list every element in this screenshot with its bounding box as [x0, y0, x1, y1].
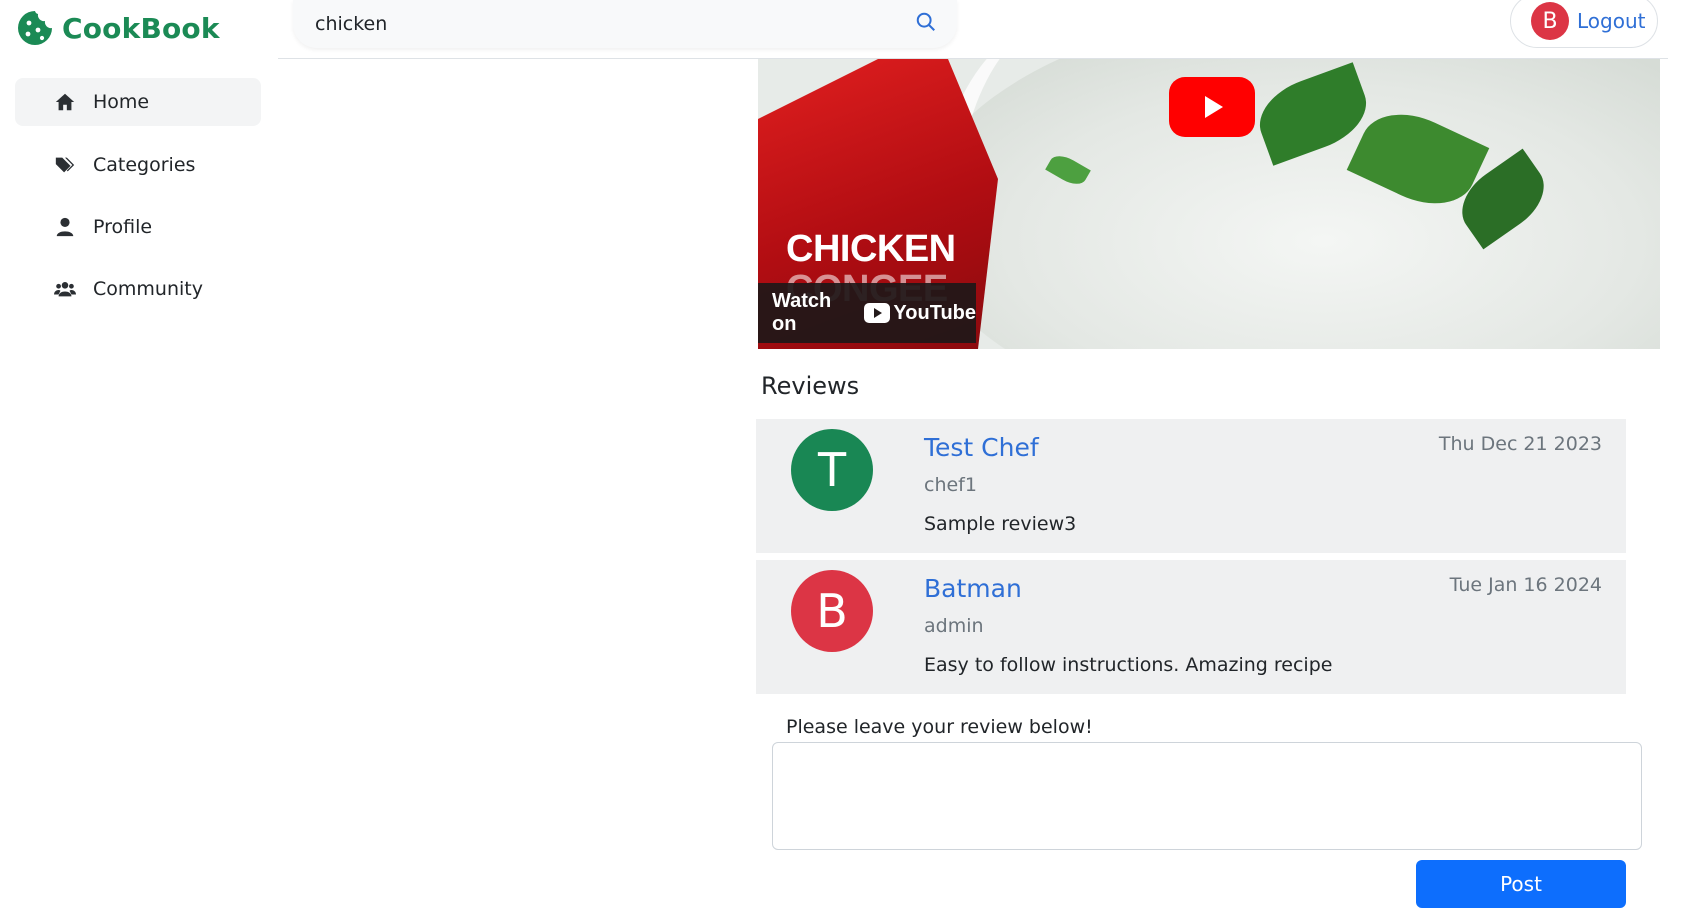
leave-review-label: Please leave your review below!: [786, 716, 1093, 738]
watch-on-youtube-link[interactable]: Watch on YouTube: [758, 283, 976, 343]
avatar: T: [791, 429, 873, 511]
reviewer-name-link[interactable]: Batman: [924, 574, 1022, 603]
sidebar-item-label: Profile: [93, 216, 153, 238]
review-text: Sample review3: [924, 513, 1077, 535]
search-input[interactable]: [313, 12, 915, 36]
review-date: Tue Jan 16 2024: [1449, 574, 1602, 596]
review-textarea[interactable]: [772, 742, 1642, 850]
youtube-label: YouTube: [893, 301, 976, 324]
sidebar-item-categories[interactable]: Categories: [15, 141, 261, 189]
sidebar-item-label: Categories: [93, 154, 196, 176]
sidebar-item-home[interactable]: Home: [15, 78, 261, 126]
watch-on-label: Watch on: [772, 290, 832, 335]
youtube-icon: [864, 303, 891, 323]
youtube-video-embed[interactable]: CHICKEN CONGEE Watch on YouTube: [758, 59, 1660, 349]
review-date: Thu Dec 21 2023: [1438, 433, 1602, 455]
reviewer-username: admin: [924, 615, 984, 637]
video-title-line1: CHICKEN: [786, 228, 956, 270]
sidebar-item-community[interactable]: Community: [15, 265, 261, 313]
tags-icon: [53, 153, 77, 177]
play-icon: [1205, 96, 1223, 118]
cookie-logo-icon: [18, 11, 52, 45]
reviews-heading: Reviews: [761, 372, 860, 400]
search-bar: [293, 0, 957, 48]
review-card: T Test Chef chef1 Sample review3 Thu Dec…: [756, 419, 1626, 553]
avatar: B: [791, 570, 873, 652]
search-icon[interactable]: [915, 11, 937, 37]
home-icon: [53, 90, 77, 114]
review-text: Easy to follow instructions. Amazing rec…: [924, 654, 1333, 676]
sidebar-item-profile[interactable]: Profile: [15, 203, 261, 251]
sidebar-item-label: Home: [93, 91, 150, 113]
brand-name: CookBook: [62, 11, 220, 45]
logout-label: Logout: [1577, 9, 1646, 33]
review-card: B Batman admin Easy to follow instructio…: [756, 560, 1626, 694]
users-icon: [53, 277, 77, 301]
reviewer-username: chef1: [924, 474, 977, 496]
avatar: B: [1531, 2, 1569, 40]
play-button[interactable]: [1169, 77, 1255, 137]
youtube-logo: YouTube: [864, 302, 976, 325]
sidebar-item-label: Community: [93, 278, 203, 300]
logout-button[interactable]: B Logout: [1510, 0, 1658, 48]
brand[interactable]: CookBook: [16, 8, 220, 48]
user-icon: [53, 215, 77, 239]
post-button[interactable]: Post: [1416, 860, 1626, 908]
reviewer-name-link[interactable]: Test Chef: [924, 433, 1039, 462]
